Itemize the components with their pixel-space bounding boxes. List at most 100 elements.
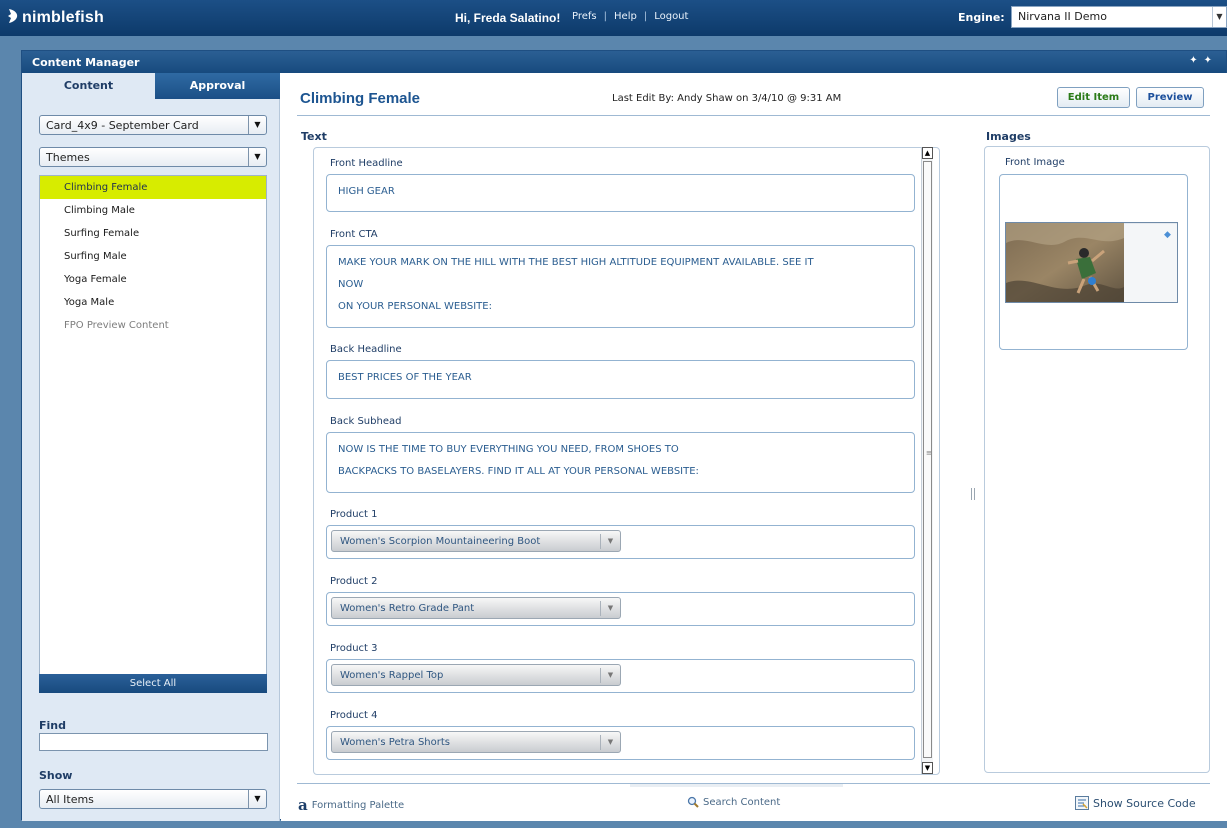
show-select-value: All Items <box>46 793 94 806</box>
formatting-palette-link[interactable]: a Formatting Palette <box>298 796 404 814</box>
scroll-up-icon[interactable]: ▲ <box>922 147 933 159</box>
field-text-line: BACKPACKS TO BASELAYERS. FIND IT ALL AT … <box>338 466 699 477</box>
scroll-down-icon[interactable]: ▼ <box>922 762 933 774</box>
link-separator: | <box>603 11 608 22</box>
chevron-down-icon[interactable]: ▼ <box>600 601 620 616</box>
collapse-icon[interactable]: ✦ <box>1189 55 1203 66</box>
find-input[interactable] <box>39 733 268 751</box>
climber-photo: ◆ <box>1006 223 1177 302</box>
chevron-down-icon[interactable]: ▼ <box>248 148 266 166</box>
preview-button[interactable]: Preview <box>1136 87 1204 108</box>
front-headline-field[interactable]: HIGH GEAR <box>326 174 915 212</box>
product-1-label: Product 1 <box>330 509 378 520</box>
list-item-climbing-female[interactable]: Climbing Female <box>40 176 266 199</box>
list-item-surfing-male[interactable]: Surfing Male <box>40 245 266 268</box>
list-item-climbing-male[interactable]: Climbing Male <box>40 199 266 222</box>
panel-splitter-handle[interactable] <box>971 488 975 500</box>
chevron-down-icon[interactable]: ▼ <box>600 668 620 683</box>
top-bar: nimblefish Hi, Freda Salatino! Prefs | Hel… <box>0 0 1227 36</box>
field-text-line: NOW <box>338 279 364 290</box>
field-text-line: MAKE YOUR MARK ON THE HILL WITH THE BEST… <box>338 257 814 268</box>
product-4-value: Women's Petra Shorts <box>340 737 450 748</box>
product-4-field: Women's Petra Shorts ▼ <box>326 726 915 760</box>
show-source-code-link[interactable]: Show Source Code <box>1075 796 1196 810</box>
tab-content[interactable]: Content <box>22 73 155 99</box>
front-image-frame[interactable]: ◆ <box>999 174 1188 350</box>
chevron-down-icon[interactable]: ▼ <box>248 116 266 134</box>
theme-list: Climbing Female Climbing Male Surfing Fe… <box>39 175 267 689</box>
product-1-select[interactable]: Women's Scorpion Mountaineering Boot ▼ <box>331 530 621 552</box>
window-controls: ✦✦ <box>1189 55 1218 66</box>
text-fields-panel: Front Headline HIGH GEAR Front CTA MAKE … <box>313 147 940 775</box>
themes-select[interactable]: Themes ▼ <box>39 147 267 167</box>
product-2-select[interactable]: Women's Retro Grade Pant ▼ <box>331 597 621 619</box>
formatting-palette-label: Formatting Palette <box>311 800 405 811</box>
scroll-thumb[interactable]: ≡ <box>923 161 932 758</box>
product-4-label: Product 4 <box>330 710 378 721</box>
back-headline-label: Back Headline <box>330 344 402 355</box>
front-cta-field[interactable]: MAKE YOUR MARK ON THE HILL WITH THE BEST… <box>326 245 915 328</box>
product-2-field: Women's Retro Grade Pant ▼ <box>326 592 915 626</box>
back-subhead-field[interactable]: NOW IS THE TIME TO BUY EVERYTHING YOU NE… <box>326 432 915 493</box>
card-select-value: Card_4x9 - September Card <box>46 119 199 132</box>
list-item-surfing-female[interactable]: Surfing Female <box>40 222 266 245</box>
images-panel: Front Image ◆ <box>984 146 1210 773</box>
content-manager-window: Content Manager ✦✦ Content Approval Card… <box>21 50 1227 821</box>
field-text-line: NOW IS THE TIME TO BUY EVERYTHING YOU NE… <box>338 444 679 455</box>
product-3-select[interactable]: Women's Rappel Top ▼ <box>331 664 621 686</box>
list-item-yoga-female[interactable]: Yoga Female <box>40 268 266 291</box>
list-item-yoga-male[interactable]: Yoga Male <box>40 291 266 314</box>
front-image-thumbnail[interactable]: ◆ <box>1005 222 1178 303</box>
prefs-link[interactable]: Prefs <box>572 11 597 22</box>
formatting-palette-icon: a <box>298 796 308 814</box>
search-icon <box>687 796 699 808</box>
front-headline-label: Front Headline <box>330 158 403 169</box>
show-source-code-label: Show Source Code <box>1093 797 1196 810</box>
show-select[interactable]: All Items ▼ <box>39 789 267 809</box>
text-section-heading: Text <box>301 130 327 143</box>
back-subhead-label: Back Subhead <box>330 416 402 427</box>
window-title: Content Manager <box>32 56 140 69</box>
fish-logo-icon <box>8 9 18 23</box>
logout-link[interactable]: Logout <box>654 11 688 22</box>
help-link[interactable]: Help <box>614 11 637 22</box>
chevron-down-icon[interactable]: ▼ <box>600 534 620 549</box>
product-4-select[interactable]: Women's Petra Shorts ▼ <box>331 731 621 753</box>
source-code-icon <box>1075 796 1089 810</box>
left-panel: Content Approval Card_4x9 - September Ca… <box>22 73 280 821</box>
chevron-down-icon[interactable]: ▼ <box>1212 7 1226 27</box>
field-text-line: ON YOUR PERSONAL WEBSITE: <box>338 301 492 312</box>
search-content-link[interactable]: Search Content <box>687 796 780 808</box>
select-all-button[interactable]: Select All <box>39 674 267 693</box>
product-2-label: Product 2 <box>330 576 378 587</box>
pin-icon[interactable]: ✦ <box>1204 55 1218 66</box>
logo-text: nimblefish <box>22 9 105 26</box>
tab-approval[interactable]: Approval <box>155 73 280 99</box>
nimblefish-logo[interactable]: nimblefish <box>6 8 104 27</box>
user-greeting: Hi, Freda Salatino! <box>455 11 561 25</box>
link-separator: | <box>643 11 648 22</box>
header-divider <box>297 115 1210 116</box>
top-links: Prefs | Help | Logout <box>572 11 688 22</box>
product-1-field: Women's Scorpion Mountaineering Boot ▼ <box>326 525 915 559</box>
card-select[interactable]: Card_4x9 - September Card ▼ <box>39 115 267 135</box>
engine-label: Engine: <box>958 11 1005 24</box>
grip-icon: ≡ <box>926 449 932 457</box>
product-1-value: Women's Scorpion Mountaineering Boot <box>340 536 541 547</box>
text-panel-scrollbar[interactable]: ▲ ≡ ▼ <box>921 147 933 774</box>
chevron-down-icon[interactable]: ▼ <box>248 790 266 808</box>
back-headline-field[interactable]: BEST PRICES OF THE YEAR <box>326 360 915 399</box>
engine-select[interactable]: Nirvana II Demo ▼ <box>1011 6 1227 28</box>
front-image-label: Front Image <box>1005 157 1065 168</box>
chevron-down-icon[interactable]: ▼ <box>600 735 620 750</box>
engine-select-value: Nirvana II Demo <box>1018 10 1107 23</box>
edit-item-button[interactable]: Edit Item <box>1057 87 1130 108</box>
show-label: Show <box>39 769 73 782</box>
list-item-fpo-preview[interactable]: FPO Preview Content <box>40 314 266 337</box>
images-section-heading: Images <box>986 130 1031 143</box>
search-content-label: Search Content <box>703 797 781 808</box>
content-area: Climbing Female Last Edit By: Andy Shaw … <box>281 73 1227 821</box>
find-label: Find <box>39 719 66 732</box>
product-3-value: Women's Rappel Top <box>340 670 444 681</box>
footer-tab-notch <box>630 784 843 787</box>
